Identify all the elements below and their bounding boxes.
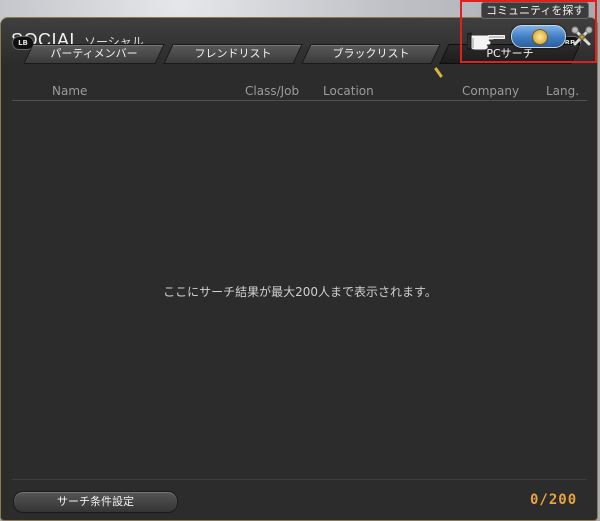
footer-divider bbox=[12, 479, 587, 480]
header-divider bbox=[12, 100, 587, 101]
column-header-lang[interactable]: Lang. bbox=[546, 84, 579, 98]
empty-results-message: ここにサーチ結果が最大200人まで表示されます。 bbox=[163, 285, 437, 299]
tab-friend-list[interactable]: フレンドリスト bbox=[163, 44, 303, 64]
column-header-class-job[interactable]: Class/Job bbox=[245, 84, 299, 98]
tab-label: ブラックリスト bbox=[332, 47, 410, 60]
result-count: 0/200 bbox=[530, 492, 578, 508]
column-header-company[interactable]: Company bbox=[462, 84, 519, 98]
search-settings-button[interactable]: サーチ条件設定 bbox=[13, 491, 178, 513]
tab-party-members[interactable]: パーティメンバー bbox=[23, 44, 165, 64]
column-header-name[interactable]: Name bbox=[52, 84, 87, 98]
tab-label: フレンドリスト bbox=[194, 47, 272, 60]
tab-label: パーティメンバー bbox=[50, 47, 138, 60]
tab-blacklist[interactable]: ブラックリスト bbox=[301, 44, 441, 64]
highlight-box bbox=[460, 0, 597, 63]
column-header-location[interactable]: Location bbox=[323, 84, 374, 98]
